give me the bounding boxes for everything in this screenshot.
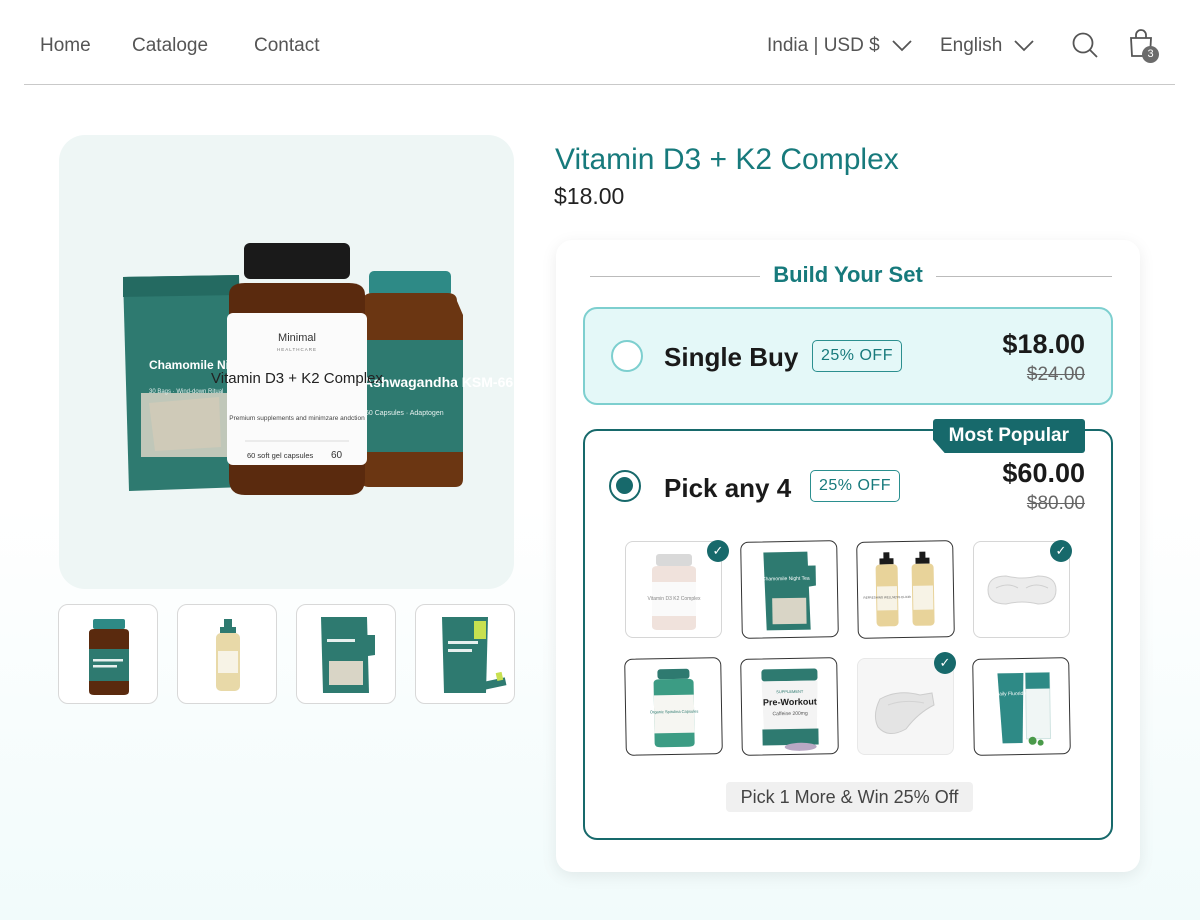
- header-divider: [24, 84, 1175, 85]
- jar-subtitle-text: 60 Capsules · Adaptogen: [365, 410, 444, 417]
- radio-selected-dot: [616, 477, 633, 494]
- tea-pouch-image: [321, 617, 375, 693]
- language-label: English: [940, 35, 1003, 56]
- thumbnail-magnesium-glycinate[interactable]: [58, 604, 158, 704]
- bottle-subtitle-text: Premium supplements and minimzare andcti…: [229, 415, 365, 422]
- product-hero-image: Chamomile Night Tea 30 Bags · Wind-down …: [59, 135, 514, 589]
- pick-any-4-price: $60.00: [1002, 458, 1085, 488]
- jar-title-text: Ashwagandha KSM-66: [363, 374, 513, 390]
- language-selector[interactable]: English: [940, 35, 1034, 57]
- bundle-item-spirulina[interactable]: Organic Spirulina Capsules: [624, 657, 723, 756]
- product-title: Vitamin D3 + K2 Complex: [555, 143, 899, 176]
- bundle-item-chamomile-tea[interactable]: Chamomile Night Tea: [740, 540, 839, 639]
- tea-pouch-label: Chamomile Night Tea: [762, 576, 810, 583]
- product-bundle-illustration: Chamomile Night Tea 30 Bags · Wind-down …: [123, 243, 513, 495]
- spirulina-label: Organic Spirulina Capsules: [650, 709, 699, 715]
- elixir-bottle-image: [216, 619, 240, 691]
- elixir-bottles-image: REFRESHING WELLNESS ELIXIR: [864, 551, 935, 627]
- bundle-item-toothpaste[interactable]: Daily Fluoride: [972, 657, 1071, 756]
- pick-any-4-radio[interactable]: [609, 470, 641, 502]
- most-popular-ribbon: Most Popular: [932, 419, 1085, 453]
- spirulina-jar-image: Organic Spirulina Capsules: [650, 668, 699, 748]
- bundle-item-pre-workout[interactable]: SUPPLEMENT Pre-Workout Caffeine 200mg: [740, 657, 839, 756]
- bottle-title-text: Vitamin D3 + K2 Complex: [211, 370, 383, 387]
- bundle-item-wellness-elixir[interactable]: REFRESHING WELLNESS ELIXIR: [856, 540, 955, 639]
- toothpaste-image: Daily Fluoride: [995, 671, 1052, 746]
- chevron-down-icon: [892, 40, 912, 52]
- product-price: $18.00: [554, 183, 625, 209]
- pre-workout-subtitle: Caffeine 200mg: [772, 711, 808, 718]
- thumbnail-chamomile-tea[interactable]: [296, 604, 396, 704]
- pre-workout-title: Pre-Workout: [763, 697, 817, 708]
- thumbnail-electrolyte-sticks[interactable]: [415, 604, 515, 704]
- bottle-count-label-text: 60 soft gel capsules: [247, 451, 314, 460]
- brand-subtitle-text: HEALTHCARE: [277, 347, 317, 352]
- check-icon: ✓: [707, 540, 729, 562]
- pouch-subtitle-text: 30 Bags · Wind-down Ritual: [149, 389, 223, 395]
- pre-workout-tub-image: SUPPLEMENT Pre-Workout Caffeine 200mg: [761, 668, 819, 751]
- pick-more-hint: Pick 1 More & Win 25% Off: [726, 782, 973, 812]
- socks-image: [874, 692, 935, 734]
- pick-any-4-original-price: $80.00: [1026, 493, 1085, 514]
- build-your-set-heading: Build Your Set: [773, 262, 923, 287]
- chevron-down-icon: [1014, 40, 1034, 52]
- electrolyte-pouch-image: [442, 617, 507, 693]
- check-icon: ✓: [934, 652, 956, 674]
- pick-any-4-discount-badge: 25% OFF: [810, 470, 900, 502]
- toothpaste-label: Daily Fluoride: [995, 691, 1026, 698]
- elixir-label: REFRESHING WELLNESS ELIXIR: [864, 595, 912, 600]
- pick-any-4-option[interactable]: Most Popular Pick any 4 25% OFF $60.00 $…: [583, 419, 1113, 840]
- single-buy-radio[interactable]: [611, 340, 643, 372]
- single-buy-option[interactable]: Single Buy 25% OFF $18.00 $24.00: [583, 307, 1113, 405]
- tea-pouch-image: Chamomile Night Tea: [762, 551, 816, 631]
- magnesium-jar-image: [89, 619, 129, 695]
- vitamin-jar-label: Vitamin D3 K2 Complex: [648, 596, 701, 602]
- nav-home-link[interactable]: Home: [40, 35, 91, 57]
- search-icon: [1072, 32, 1098, 58]
- single-buy-discount-badge: 25% OFF: [812, 340, 902, 372]
- pre-workout-brand: SUPPLEMENT: [776, 689, 804, 694]
- build-your-set-card: Build Your Set Single Buy 25% OFF $18.00…: [556, 240, 1140, 872]
- brand-text: Minimal: [278, 332, 316, 344]
- search-button[interactable]: [1071, 31, 1099, 64]
- region-currency-label: India | USD $: [767, 35, 880, 56]
- bottle-count-text: 60: [331, 450, 343, 461]
- cart-button[interactable]: 3: [1128, 28, 1162, 66]
- pick-any-4-label: Pick any 4: [664, 473, 792, 503]
- check-icon: ✓: [1050, 540, 1072, 562]
- cart-count-badge: 3: [1142, 46, 1159, 63]
- single-buy-label: Single Buy: [664, 342, 799, 372]
- nav-cataloge-link[interactable]: Cataloge: [132, 35, 208, 57]
- single-buy-price: $18.00: [1002, 329, 1085, 359]
- thumbnail-wellness-elixir[interactable]: [177, 604, 277, 704]
- single-buy-original-price: $24.00: [1026, 364, 1085, 385]
- region-currency-selector[interactable]: India | USD $: [767, 35, 912, 57]
- nav-contact-link[interactable]: Contact: [254, 35, 319, 57]
- site-header: Home Cataloge Contact India | USD $ Engl…: [0, 0, 1200, 86]
